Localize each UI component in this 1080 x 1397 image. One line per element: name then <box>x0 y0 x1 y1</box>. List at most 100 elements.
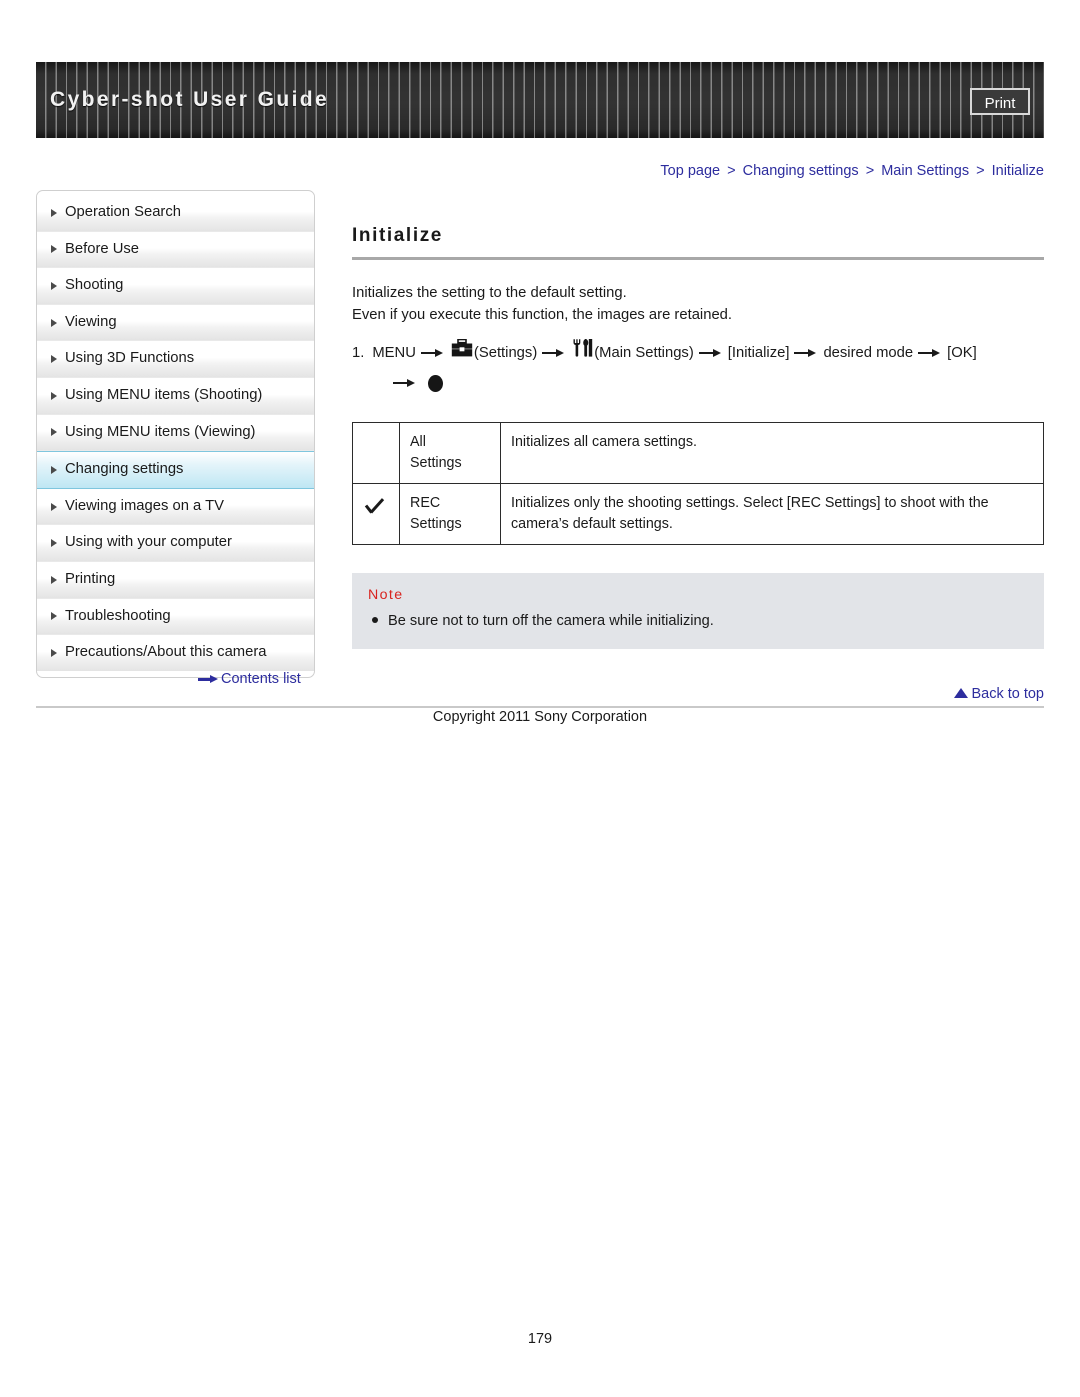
table-row: REC Settings Initializes only the shooti… <box>352 483 1044 546</box>
print-button[interactable]: Print <box>970 88 1030 115</box>
sidebar-item-label: Precautions/About this camera <box>65 644 267 661</box>
table-row: All Settings Initializes all camera sett… <box>352 422 1044 485</box>
toolbox-icon <box>451 338 473 368</box>
sidebar-item-label: Using MENU items (Viewing) <box>65 423 256 440</box>
sidebar-item-label: Operation Search <box>65 204 181 220</box>
triangle-right-icon <box>51 355 57 364</box>
step-menu-label: MENU <box>372 345 416 361</box>
back-to-top-label: Back to top <box>971 686 1044 702</box>
breadcrumb-item-top-page[interactable]: Top page <box>660 163 720 179</box>
breadcrumb-item-changing-settings[interactable]: Changing settings <box>743 163 859 179</box>
contents-list-label: Contents list <box>221 671 301 687</box>
main-content: Initialize Initializes the setting to th… <box>352 225 1044 650</box>
table-label-line-2: Settings <box>410 516 462 533</box>
breadcrumb: Top page > Changing settings > Main Sett… <box>660 163 1044 179</box>
intro-line-1: Initializes the setting to the default s… <box>352 285 627 301</box>
table-cell-description: Initializes only the shooting settings. … <box>500 483 1044 546</box>
page-title: Initialize <box>352 225 443 246</box>
note-item-text: Be sure not to turn off the camera while… <box>388 613 714 630</box>
triangle-right-icon <box>51 502 57 511</box>
triangle-right-icon <box>51 391 57 400</box>
sidebar-item-printing[interactable]: Printing <box>37 561 314 599</box>
sidebar-navigation: Operation Search Before Use Shooting Vie… <box>36 190 315 678</box>
arrow-right-icon <box>794 348 818 358</box>
step-ok-label: [OK] <box>947 345 977 361</box>
sidebar-item-label: Changing settings <box>65 461 184 478</box>
copyright-text: Copyright 2011 Sony Corporation <box>432 709 648 725</box>
sidebar-item-label: Troubleshooting <box>65 607 171 624</box>
note-heading: Note <box>368 587 404 604</box>
procedure-step-1: 1. MENU (Settings) (Main Settings) [Initiali… <box>352 338 1044 398</box>
table-cell-label: REC Settings <box>399 483 501 546</box>
step-main-settings-label: (Main Settings) <box>594 345 694 361</box>
back-to-top-link[interactable]: Back to top <box>954 686 1044 702</box>
step-initialize-label: [Initialize] <box>727 345 790 361</box>
sidebar-item-label: Before Use <box>65 240 140 257</box>
sidebar-item-using-menu-items-shooting[interactable]: Using MENU items (Shooting) <box>37 377 314 415</box>
arrow-right-icon <box>420 348 445 358</box>
arrow-right-icon <box>698 348 723 358</box>
table-cell-description: Initializes all camera settings. <box>500 422 1044 485</box>
table-label-line-2: Settings <box>410 455 462 472</box>
initialize-modes-table: All Settings Initializes all camera sett… <box>352 422 1044 546</box>
triangle-right-icon <box>51 539 57 548</box>
sidebar-item-using-3d-functions[interactable]: Using 3D Functions <box>37 341 314 378</box>
triangle-right-icon <box>51 465 57 474</box>
check-icon <box>364 497 388 519</box>
sidebar-item-shooting[interactable]: Shooting <box>37 268 314 305</box>
table-label-line-1: All <box>410 434 426 451</box>
table-cell-check <box>352 483 400 546</box>
arrow-right-icon <box>393 378 417 388</box>
table-cell-check <box>352 422 400 485</box>
triangle-right-icon <box>51 648 57 657</box>
header-banner: Cyber-shot User Guide Print <box>36 62 1044 138</box>
breadcrumb-item-initialize[interactable]: Initialize <box>992 163 1044 179</box>
note-box: Note Be sure not to turn off the camera … <box>352 573 1044 650</box>
sidebar-item-precautions-about-this-camera[interactable]: Precautions/About this camera <box>37 635 314 671</box>
arrow-right-icon <box>918 348 942 358</box>
triangle-right-icon <box>51 318 57 327</box>
intro-line-2: Even if you execute this function, the i… <box>352 307 733 323</box>
triangle-right-icon <box>51 281 57 290</box>
sidebar-item-label: Using 3D Functions <box>65 350 195 367</box>
triangle-right-icon <box>51 612 57 621</box>
step-number: 1. <box>352 345 365 361</box>
arrow-right-icon <box>542 348 566 358</box>
sidebar-item-viewing[interactable]: Viewing <box>37 304 314 342</box>
step-settings-label: (Settings) <box>473 345 538 361</box>
note-item: Be sure not to turn off the camera while… <box>368 611 1028 631</box>
breadcrumb-separator: > <box>976 163 985 179</box>
sidebar-item-using-with-your-computer[interactable]: Using with your computer <box>37 525 314 562</box>
sidebar-item-label: Viewing images on a TV <box>65 497 225 514</box>
breadcrumb-separator: > <box>865 163 875 179</box>
sidebar-item-label: Shooting <box>65 277 124 294</box>
table-label-line-1: REC <box>410 495 441 512</box>
page-number: 179 <box>527 1331 553 1347</box>
table-cell-label: All Settings <box>399 422 501 485</box>
step-desired-mode-label: desired mode <box>823 345 914 361</box>
sidebar-item-troubleshooting[interactable]: Troubleshooting <box>37 598 314 636</box>
contents-list-link[interactable]: Contents list <box>198 671 301 687</box>
triangle-up-icon <box>954 688 969 699</box>
sidebar-item-changing-settings[interactable]: Changing settings <box>37 451 314 489</box>
title-divider <box>352 257 1044 260</box>
triangle-right-icon <box>51 245 57 254</box>
control-button-icon <box>428 374 443 392</box>
sidebar-item-operation-search[interactable]: Operation Search <box>37 195 314 232</box>
footer-divider <box>36 706 1044 708</box>
breadcrumb-separator: > <box>727 163 736 179</box>
breadcrumb-item-main-settings[interactable]: Main Settings <box>881 163 969 179</box>
sidebar-item-using-menu-items-viewing[interactable]: Using MENU items (Viewing) <box>37 414 314 452</box>
bullet-icon <box>372 617 378 624</box>
sidebar-item-label: Using MENU items (Shooting) <box>65 386 263 403</box>
triangle-right-icon <box>51 428 57 437</box>
sidebar-item-label: Viewing <box>65 313 117 330</box>
triangle-right-icon <box>51 575 57 584</box>
app-title: Cyber-shot User Guide <box>50 88 330 111</box>
wrench-screwdriver-icon <box>572 338 593 368</box>
sidebar-item-label: Using with your computer <box>65 534 232 551</box>
arrow-right-icon <box>198 674 219 684</box>
triangle-right-icon <box>51 208 57 217</box>
sidebar-item-before-use[interactable]: Before Use <box>37 231 314 269</box>
sidebar-item-viewing-images-on-a-tv[interactable]: Viewing images on a TV <box>37 488 314 526</box>
